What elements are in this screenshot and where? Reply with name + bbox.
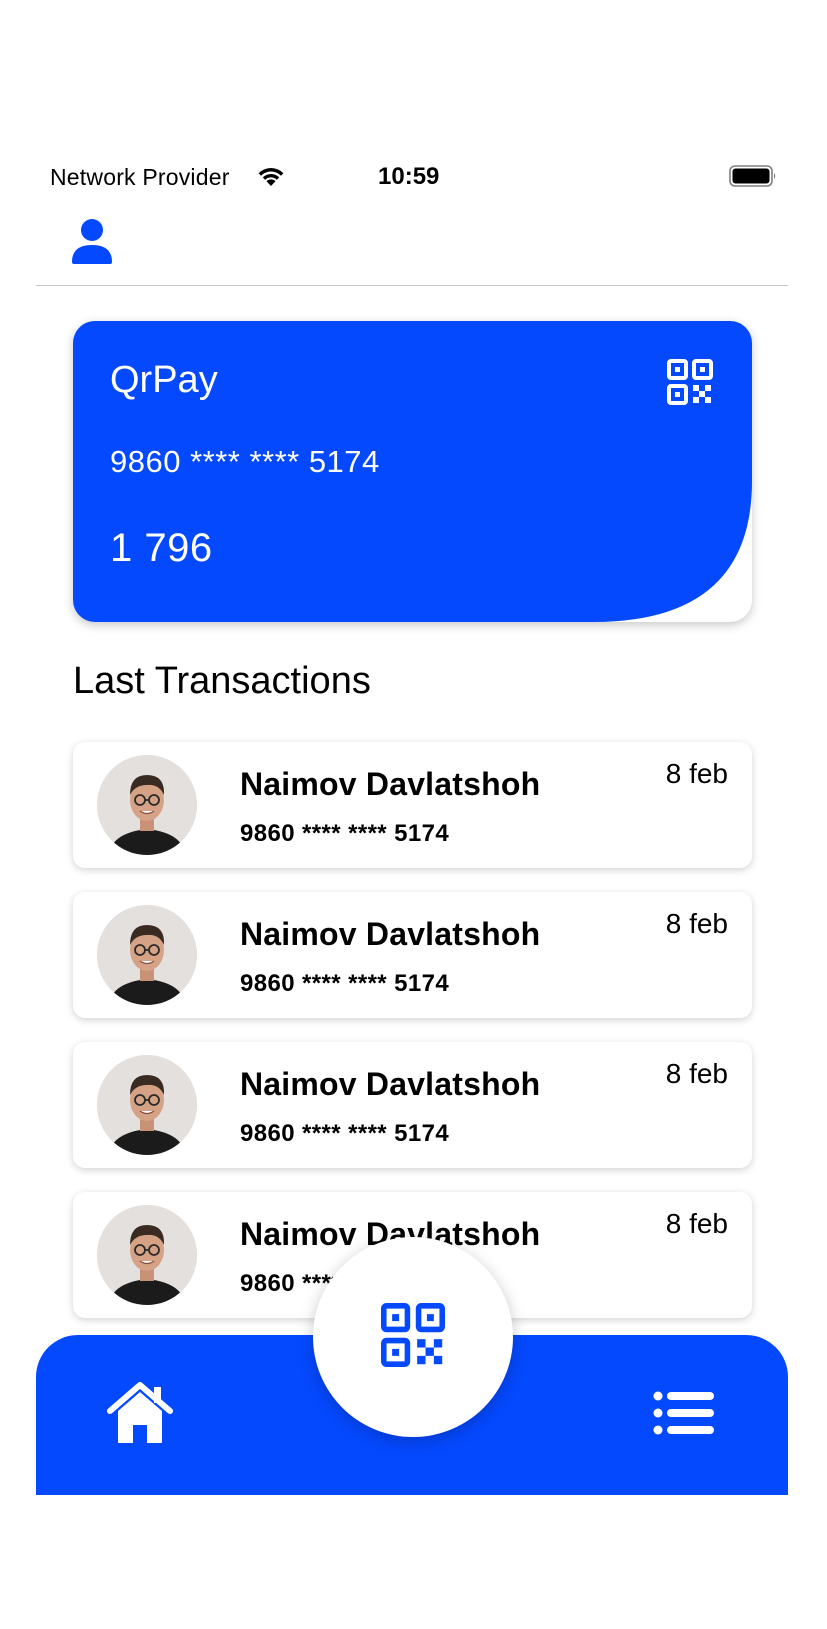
- transaction-name: Naimov Davlatshoh: [240, 1066, 541, 1102]
- transaction-date: 8 feb: [665, 1058, 728, 1089]
- transaction-card-number: 9860 **** **** 5174: [240, 820, 450, 847]
- battery-icon: [729, 165, 776, 187]
- avatar: [97, 755, 197, 855]
- status-bar: Network Provider 10:59: [0, 158, 827, 198]
- card-title: QrPay: [110, 359, 218, 401]
- transaction-date: 8 feb: [665, 758, 728, 789]
- list-icon[interactable]: [653, 1391, 715, 1435]
- card-balance: 1 796: [110, 526, 213, 570]
- transaction-card-number: 9860 **** **** 5174: [240, 1120, 450, 1147]
- avatar: [97, 905, 197, 1005]
- transaction-name: Naimov Davlatshoh: [240, 916, 541, 952]
- avatar: [97, 1205, 197, 1305]
- card-number: 9860 **** **** 5174: [110, 444, 380, 479]
- transaction-date: 8 feb: [665, 908, 728, 939]
- transaction-item[interactable]: Naimov Davlatshoh 9860 **** **** 5174 8 …: [73, 1042, 752, 1168]
- wifi-icon: [258, 168, 284, 186]
- section-title: Last Transactions: [73, 660, 371, 702]
- transaction-item[interactable]: Naimov Davlatshoh 9860 **** **** 5174 8 …: [73, 742, 752, 868]
- transaction-name: Naimov Davlatshoh: [240, 766, 541, 802]
- payment-card[interactable]: QrPay 9860 **** **** 5174 1 796: [73, 321, 752, 622]
- qr-code-icon[interactable]: [667, 359, 713, 405]
- qr-code-icon: [381, 1303, 445, 1367]
- transaction-item[interactable]: Naimov Davlatshoh 9860 **** **** 5174 8 …: [73, 892, 752, 1018]
- top-header: [36, 206, 788, 286]
- home-icon[interactable]: [106, 1381, 174, 1445]
- scan-qr-button[interactable]: [313, 1237, 513, 1437]
- avatar: [97, 1055, 197, 1155]
- carrier-label: Network Provider: [50, 164, 230, 190]
- transaction-card-number: 9860 **** **** 5174: [240, 970, 450, 997]
- clock: 10:59: [378, 163, 440, 190]
- person-icon[interactable]: [70, 218, 114, 264]
- transaction-date: 8 feb: [665, 1208, 728, 1239]
